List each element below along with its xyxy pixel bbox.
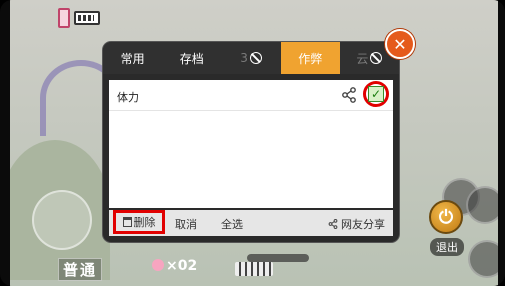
share-icon [328, 219, 338, 229]
cheat-checkbox[interactable]: ✓ [368, 86, 384, 102]
cheat-row[interactable]: 体力 ✓ [109, 80, 393, 111]
cancel-button[interactable]: 取消 [175, 216, 197, 232]
check-icon: ✓ [370, 87, 382, 101]
tab-disabled[interactable]: 3 [221, 42, 280, 74]
difficulty-label: 普通 [58, 258, 103, 281]
game-status-bar [58, 8, 100, 28]
exit-label[interactable]: 退出 [430, 238, 464, 256]
tab-bar: 常用 存档 3 作弊 云 [103, 42, 399, 74]
kirby-icon [152, 259, 164, 271]
share-icon[interactable] [341, 87, 357, 103]
delete-label: 删除 [133, 216, 156, 229]
virtual-dpad[interactable] [32, 190, 92, 250]
power-button[interactable]: ⏻ [429, 200, 463, 234]
power-icon: ⏻ [438, 206, 454, 228]
lives-value: ×02 [166, 258, 198, 274]
disabled-icon [249, 52, 262, 64]
tab-label: 3 [240, 51, 248, 65]
menu-handle[interactable] [247, 254, 309, 262]
energy-bar [235, 262, 273, 276]
bottom-toolbar: 删除 取消 全选 网友分享 [109, 210, 393, 236]
screen-frame: 普通 ×02 ⏻ 退出 常用 存档 3 作弊 云 体力 ✓ 删除 取消 全选 网… [0, 0, 505, 286]
tab-label: 存档 [179, 51, 204, 66]
lives-counter: ×02 [152, 258, 197, 274]
cheat-list: 体力 ✓ [109, 80, 393, 208]
tab-label: 云 [356, 51, 369, 66]
cheat-dialog: 常用 存档 3 作弊 云 体力 ✓ 删除 取消 全选 网友分享 [103, 42, 399, 242]
select-all-button[interactable]: 全选 [221, 216, 243, 232]
close-button[interactable]: ✕ [385, 29, 415, 59]
checkbox-highlight: ✓ [363, 81, 389, 107]
delete-button[interactable]: 删除 [113, 210, 165, 234]
tab-common[interactable]: 常用 [103, 42, 162, 74]
phone-icon [58, 8, 70, 28]
tab-label: 作弊 [298, 51, 323, 66]
game-button-b[interactable] [466, 186, 498, 224]
tab-label: 常用 [120, 51, 145, 66]
tab-saves[interactable]: 存档 [162, 42, 221, 74]
disabled-icon [370, 52, 383, 64]
share-label: 网友分享 [341, 218, 385, 231]
trash-icon [122, 217, 132, 227]
community-share-button[interactable]: 网友分享 [328, 216, 385, 232]
battery-icon [74, 11, 100, 25]
game-button-c[interactable] [468, 240, 498, 278]
cheat-label: 体力 [117, 91, 139, 104]
tab-cheats[interactable]: 作弊 [280, 42, 340, 74]
close-icon: ✕ [393, 34, 407, 54]
